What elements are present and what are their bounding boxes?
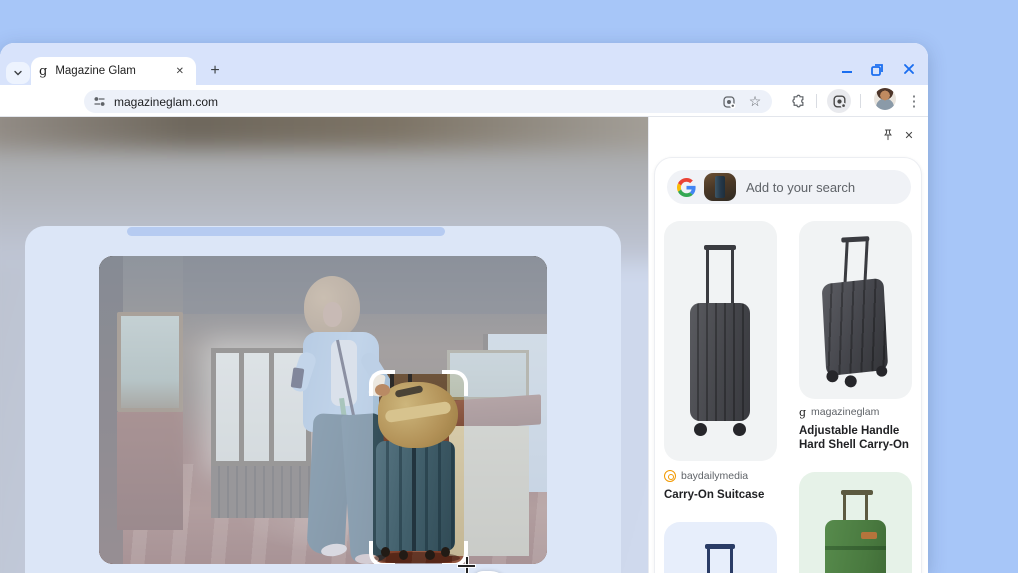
site-settings-tune-icon: [94, 97, 105, 106]
pin-panel-button[interactable]: [879, 126, 897, 144]
minimize-icon: [841, 71, 852, 73]
result-image-card[interactable]: [664, 221, 777, 461]
lens-side-panel: ✕ Add to your search baydailymedia Carry…: [648, 117, 928, 573]
close-icon: [903, 64, 914, 74]
result-title[interactable]: Adjustable Handle Hard Shell Carry-On: [799, 424, 912, 453]
crosshair-cursor: [458, 557, 475, 573]
selection-handle-bottom-left[interactable]: [369, 541, 395, 564]
site-favicon: g: [39, 63, 48, 79]
tab-magazine-glam[interactable]: g Magazine Glam ✕: [31, 57, 196, 85]
desktop: g Magazine Glam ✕ + ← →: [0, 0, 1018, 573]
restore-icon: [871, 63, 883, 76]
extensions-puzzle-icon: [791, 94, 803, 107]
restore-button[interactable]: [870, 62, 885, 77]
tab-strip: g Magazine Glam ✕ +: [0, 43, 928, 85]
lens-results-card: Add to your search baydailymedia Carry-O…: [654, 157, 922, 573]
minimize-button[interactable]: [839, 62, 854, 77]
article-photo[interactable]: [99, 256, 547, 564]
result-title[interactable]: Carry-On Suitcase: [664, 488, 777, 502]
extensions-button[interactable]: [786, 89, 810, 113]
profile-avatar[interactable]: [874, 88, 896, 110]
selection-handle-top-right[interactable]: [442, 370, 468, 396]
window-controls: [839, 61, 916, 77]
address-bar[interactable]: magazineglam.com ☆: [84, 90, 772, 113]
tab-search-button[interactable]: [6, 62, 30, 84]
new-tab-button[interactable]: +: [203, 59, 227, 83]
google-lens-icon: [723, 95, 736, 108]
result-source: g magazineglam: [799, 405, 880, 419]
suitcase-with-bag: [99, 256, 547, 564]
result-image-card[interactable]: [799, 221, 912, 399]
chevron-down-icon: [14, 70, 22, 76]
tab-title: Magazine Glam: [55, 65, 136, 77]
close-window-button[interactable]: [901, 62, 916, 77]
pin-icon: [884, 129, 892, 141]
baydailymedia-icon: [664, 470, 676, 482]
webpage-viewport[interactable]: [0, 117, 648, 573]
browser-menu-button[interactable]: ⋮: [902, 89, 926, 113]
skeleton-text-bar: [127, 227, 445, 236]
bookmark-star-button[interactable]: ☆: [746, 93, 764, 111]
lens-toolbar-button[interactable]: [827, 89, 851, 113]
lens-omnibox-button[interactable]: [720, 93, 738, 111]
google-lens-icon: [833, 95, 846, 108]
magazineglam-favicon: g: [799, 405, 807, 419]
lens-search-bar[interactable]: Add to your search: [667, 170, 911, 204]
tab-close-button[interactable]: ✕: [172, 64, 188, 79]
lens-selection-region[interactable]: [369, 370, 468, 564]
search-placeholder: Add to your search: [746, 179, 856, 195]
browser-window: g Magazine Glam ✕ + ← →: [0, 43, 928, 573]
selected-region-thumbnail: [704, 173, 736, 201]
url-text: magazineglam.com: [114, 94, 219, 109]
result-image-card[interactable]: [799, 472, 912, 573]
google-logo: [677, 177, 696, 197]
close-panel-button[interactable]: ✕: [900, 126, 918, 144]
result-source: baydailymedia: [664, 470, 748, 482]
selection-handle-top-left[interactable]: [369, 370, 395, 396]
result-image-card[interactable]: [664, 522, 777, 573]
